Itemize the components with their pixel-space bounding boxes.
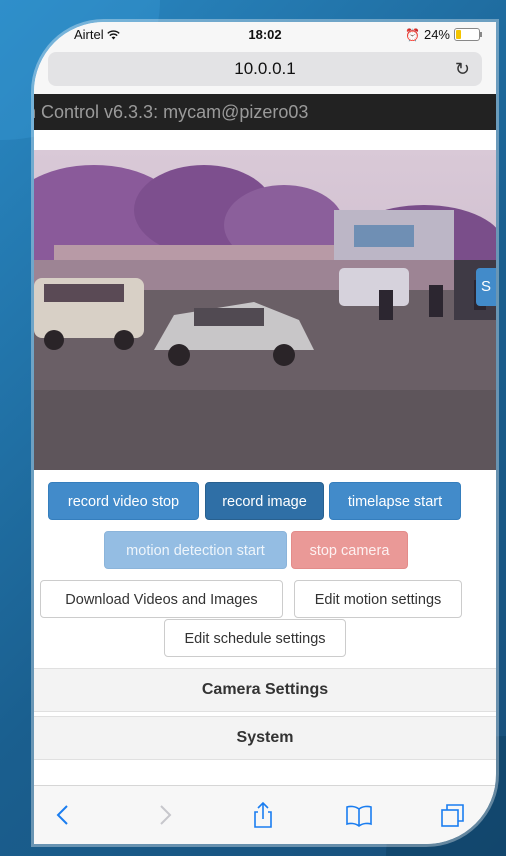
camera-preview: S bbox=[34, 150, 496, 470]
battery-level bbox=[456, 30, 461, 39]
stop-camera-button[interactable]: stop camera bbox=[291, 531, 408, 569]
camera-preview-image bbox=[34, 150, 496, 470]
status-right: ⏰ 24% bbox=[405, 27, 482, 42]
section-title: System bbox=[236, 729, 294, 746]
share-icon[interactable] bbox=[248, 800, 278, 830]
edit-schedule-settings-button[interactable]: Edit schedule settings bbox=[164, 619, 346, 657]
tabs-icon[interactable] bbox=[438, 800, 468, 830]
motion-detection-start-button[interactable]: motion detection start bbox=[104, 531, 287, 569]
phone-screen: Airtel 18:02 ⏰ 24% 10.0.0.1 ↻ n Control … bbox=[34, 22, 496, 844]
alarm-icon: ⏰ bbox=[405, 27, 420, 42]
url-text: 10.0.0.1 bbox=[234, 59, 296, 78]
edit-motion-settings-button[interactable]: Edit motion settings bbox=[294, 580, 462, 618]
app-header: n Control v6.3.3: mycam@pizero03 bbox=[34, 94, 496, 130]
reload-icon[interactable]: ↻ bbox=[455, 52, 470, 86]
record-video-stop-button[interactable]: record video stop bbox=[48, 482, 199, 520]
section-system[interactable]: System bbox=[34, 716, 496, 760]
record-image-button[interactable]: record image bbox=[205, 482, 324, 520]
browser-url-bar: 10.0.0.1 ↻ bbox=[34, 46, 496, 94]
back-icon[interactable] bbox=[48, 800, 78, 830]
forward-icon[interactable] bbox=[150, 800, 180, 830]
battery-percent: 24% bbox=[423, 27, 450, 42]
url-field[interactable]: 10.0.0.1 ↻ bbox=[48, 52, 482, 86]
section-camera-settings[interactable]: Camera Settings bbox=[34, 668, 496, 712]
timelapse-start-button[interactable]: timelapse start bbox=[329, 482, 461, 520]
app-title: n Control v6.3.3: mycam@pizero03 bbox=[34, 102, 309, 122]
bookmarks-icon[interactable] bbox=[344, 800, 374, 830]
section-title: Camera Settings bbox=[201, 681, 329, 698]
preview-side-button[interactable]: S bbox=[476, 268, 496, 306]
browser-toolbar bbox=[34, 785, 496, 844]
status-bar: Airtel 18:02 ⏰ 24% bbox=[34, 22, 496, 46]
download-media-button[interactable]: Download Videos and Images bbox=[40, 580, 283, 618]
battery-icon bbox=[454, 28, 482, 41]
